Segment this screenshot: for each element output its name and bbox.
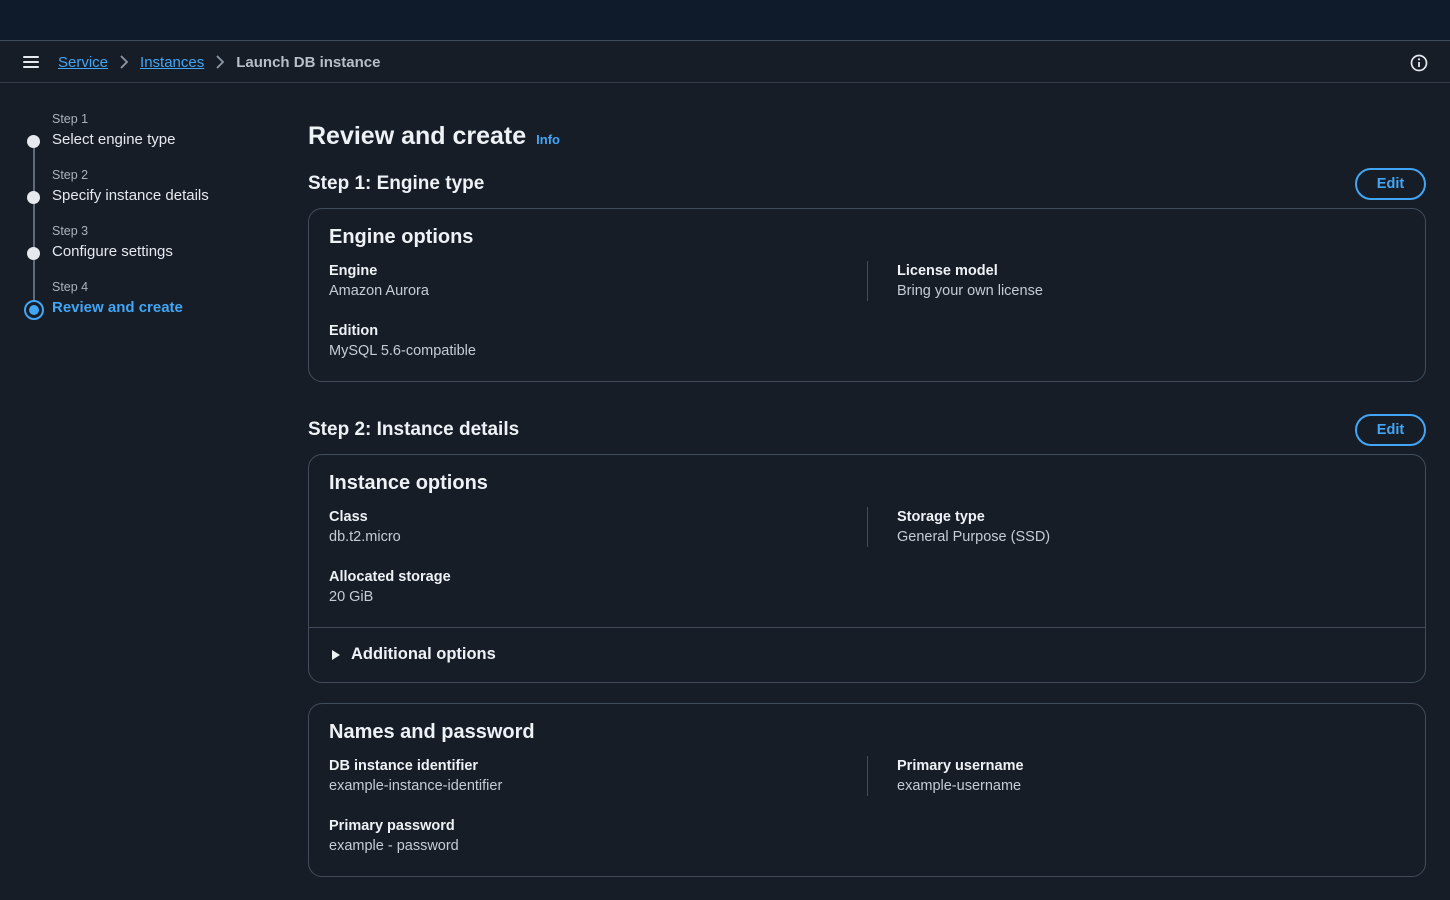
expander-label: Additional options (351, 645, 496, 663)
step-number: Step 1 (52, 112, 89, 126)
page-title-row: Review and create Info (308, 122, 560, 151)
primary-password-field: Primary password example - password (329, 816, 459, 856)
field-value: example-username (897, 778, 1022, 794)
page-title: Review and create (308, 122, 527, 150)
field-label: Primary username (897, 758, 1024, 774)
step-4: Step 4 Review and create (0, 280, 280, 330)
card-title: Engine options (329, 226, 474, 248)
class-field: Class db.t2.micro (329, 507, 401, 547)
navigation-bar: Service Instances Launch DB instance (0, 41, 1450, 83)
field-label: License model (897, 263, 998, 279)
field-value: Bring your own license (897, 283, 1043, 299)
field-label: Class (329, 509, 368, 525)
edit-engine-type-button[interactable]: Edit (1355, 168, 1426, 200)
instance-options-card: Instance options Class db.t2.micro Stora… (308, 454, 1426, 683)
card-title: Names and password (329, 721, 535, 743)
step-dot-icon (27, 135, 40, 148)
chevron-right-icon (204, 41, 236, 83)
step-link-select-engine-type[interactable]: Select engine type (52, 131, 175, 148)
section-heading-instance-details: Step 2: Instance details (308, 419, 520, 440)
chevron-right-icon (108, 41, 140, 83)
primary-username-field: Primary username example-username (897, 756, 1024, 796)
additional-options-expander[interactable]: Additional options (329, 645, 496, 664)
step-number: Step 3 (52, 224, 89, 238)
step-number: Step 4 (52, 280, 89, 294)
section-divider (309, 627, 1425, 628)
step-active-dot-icon (24, 300, 44, 320)
step-link-specify-instance-details[interactable]: Specify instance details (52, 187, 209, 204)
storage-type-field: Storage type General Purpose (SSD) (897, 507, 1050, 547)
field-label: Storage type (897, 509, 985, 525)
field-value: MySQL 5.6-compatible (329, 343, 476, 359)
field-value: General Purpose (SSD) (897, 529, 1051, 545)
field-value: example-instance-identifier (329, 778, 503, 794)
section-heading-engine-type: Step 1: Engine type (308, 173, 485, 194)
column-divider (867, 261, 868, 301)
step-2: Step 2 Specify instance details (0, 168, 280, 218)
allocated-storage-field: Allocated storage 20 GiB (329, 567, 451, 607)
license-model-field: License model Bring your own license (897, 261, 1043, 301)
names-and-password-card: Names and password DB instance identifie… (308, 703, 1426, 877)
edit-instance-details-button[interactable]: Edit (1355, 414, 1426, 446)
step-number: Step 2 (52, 168, 89, 182)
field-label: Primary password (329, 818, 455, 834)
breadcrumb: Service Instances Launch DB instance (58, 41, 380, 83)
field-value: 20 GiB (329, 589, 374, 605)
breadcrumb-current: Launch DB instance (236, 53, 381, 71)
wizard-steps: Step 1 Select engine type Step 2 Specify… (0, 83, 280, 383)
step-dot-icon (27, 247, 40, 260)
breadcrumb-link-instances[interactable]: Instances (140, 54, 204, 71)
step-link-configure-settings[interactable]: Configure settings (52, 243, 173, 260)
step-3: Step 3 Configure settings (0, 224, 280, 274)
field-label: Edition (329, 323, 379, 339)
caret-right-icon (332, 649, 340, 660)
step-dot-icon (27, 191, 40, 204)
engine-field: Engine Amazon Aurora (329, 261, 429, 301)
edition-field: Edition MySQL 5.6-compatible (329, 321, 476, 361)
step-current-review-and-create: Review and create (52, 299, 183, 316)
field-label: Engine (329, 263, 378, 279)
field-value: Amazon Aurora (329, 283, 429, 299)
top-bar (0, 0, 1450, 41)
field-value: db.t2.micro (329, 529, 401, 545)
step-1: Step 1 Select engine type (0, 112, 280, 162)
column-divider (867, 756, 868, 796)
field-label: DB instance identifier (329, 758, 479, 774)
info-link[interactable]: Info (536, 132, 560, 147)
field-value: example - password (329, 838, 459, 854)
info-icon[interactable] (1410, 54, 1428, 72)
menu-icon[interactable] (22, 53, 40, 71)
field-label: Allocated storage (329, 569, 451, 585)
card-title: Instance options (329, 472, 488, 494)
engine-options-card: Engine options Engine Amazon Aurora Lice… (308, 208, 1426, 382)
breadcrumb-link-service[interactable]: Service (58, 54, 108, 71)
db-instance-identifier-field: DB instance identifier example-instance-… (329, 756, 502, 796)
column-divider (867, 507, 868, 547)
